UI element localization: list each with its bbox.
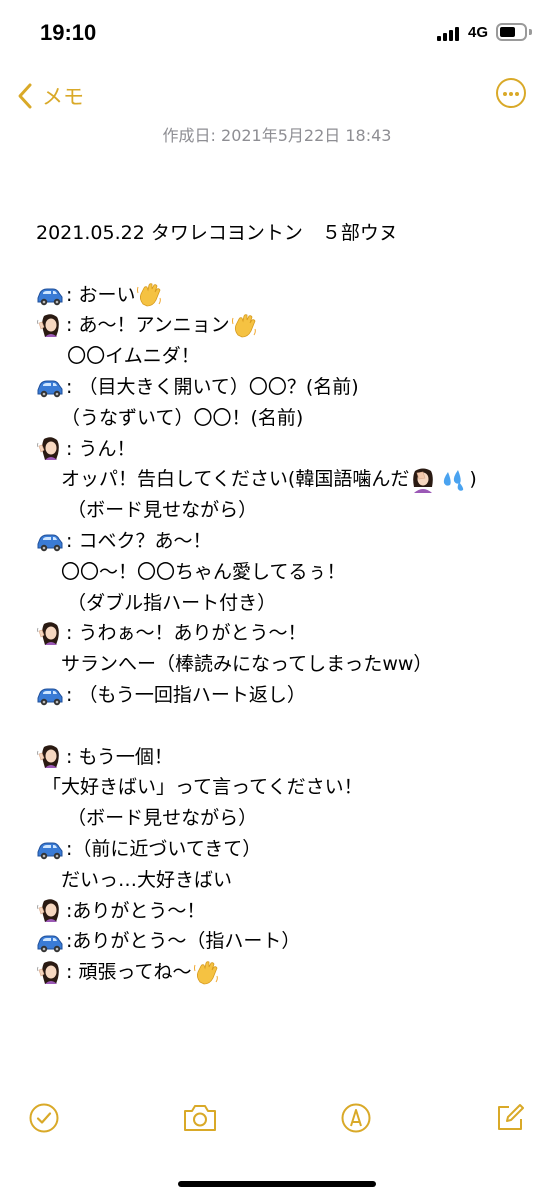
woman-emoji-icon [36, 436, 64, 462]
note-line-text: : おーい [66, 283, 136, 306]
note-line-text: :ありがとう〜（指ハート） [66, 930, 301, 953]
note-line-text: : 頑張ってね〜 [66, 961, 192, 984]
note-line: : もう一個！ [36, 742, 536, 773]
note-line-text: 〇〇〜！〇〇ちゃん愛してるぅ！ [36, 560, 346, 583]
pen-tip-icon [341, 1103, 371, 1133]
car-emoji-icon [36, 929, 64, 955]
car-emoji-icon [36, 528, 64, 554]
battery-icon [496, 23, 527, 41]
note-line-text: サランへー（棒読みになってしまったww） [36, 653, 433, 676]
note-body[interactable]: 2021.05.22 タワレコヨントン ５部ウヌ: おーい: あ〜！アンニョン … [36, 218, 536, 988]
car-emoji-icon [36, 282, 64, 308]
woman-emoji-icon [36, 313, 64, 339]
navigation-bar: メモ [0, 66, 554, 126]
more-options-button[interactable] [496, 78, 526, 108]
note-line-text: : （もう一回指ハート返し） [66, 683, 306, 706]
note-line: （ボード見せながら） [36, 495, 536, 526]
note-line: : うわぁ〜！ありがとう〜！ [36, 618, 536, 649]
chevron-left-icon [18, 83, 32, 109]
note-line: : うん！ [36, 434, 536, 465]
car-emoji-icon [36, 836, 64, 862]
note-line-text: 2021.05.22 タワレコヨントン ５部ウヌ [36, 222, 398, 244]
waving-hand-icon [230, 313, 258, 339]
camera-icon [184, 1105, 216, 1131]
note-line-text: （ボード見せながら） [36, 807, 258, 830]
clock: 19:10 [40, 20, 97, 45]
woman-emoji-icon [36, 744, 64, 770]
note-line-text: : コベク？あ〜！ [66, 529, 212, 552]
note-line-text: （ダブル指ハート付き） [36, 591, 277, 614]
status-bar: 19:10 4G [0, 0, 554, 66]
battery-cap [529, 29, 532, 35]
note-line: : （もう一回指ハート返し） [36, 680, 536, 711]
note-line: 2021.05.22 タワレコヨントン ５部ウヌ [36, 218, 536, 249]
note-line: 〇〇〜！〇〇ちゃん愛してるぅ！ [36, 557, 536, 588]
waving-hand-icon [135, 282, 163, 308]
note-line-text: オッパ！告白してください(韓国語噛んだ [36, 468, 410, 491]
woman-facepalming-icon [409, 467, 437, 493]
note-line-text: 〇〇イムニダ！ [36, 345, 200, 368]
note-line: : あ〜！アンニョン [36, 310, 536, 341]
woman-emoji-icon [36, 621, 64, 647]
note-line: （ボード見せながら） [36, 803, 536, 834]
network-type: 4G [468, 24, 489, 41]
note-line: だいっ…大好きばい [36, 865, 536, 896]
note-line: 〇〇イムニダ！ [36, 341, 536, 372]
note-line: : おーい [36, 280, 536, 311]
note-line-text: : うん！ [66, 437, 136, 460]
note-line-text: : うわぁ〜！ありがとう〜！ [66, 622, 307, 645]
waving-hand-icon [192, 960, 220, 986]
camera-button[interactable] [180, 1098, 220, 1138]
note-line: :ありがとう〜（指ハート） [36, 926, 536, 957]
markup-button[interactable] [338, 1098, 374, 1138]
note-creation-date: 作成日: 2021年5月22日 18:43 [162, 126, 392, 145]
note-line-text: （ボード見せながら） [36, 499, 258, 522]
car-emoji-icon [36, 374, 64, 400]
note-line: サランへー（棒読みになってしまったww） [36, 649, 536, 680]
compose-icon [498, 1104, 524, 1130]
note-line-text: :（前に近づいてきて） [66, 837, 262, 860]
note-line-text: :ありがとう〜！ [66, 899, 206, 922]
note-line: （ダブル指ハート付き） [36, 588, 536, 619]
sweat-droplets-icon [439, 467, 467, 493]
note-line-suffix: ) [469, 468, 477, 491]
cellular-signal-icon [437, 27, 463, 41]
bottom-toolbar [0, 1098, 554, 1158]
back-label: メモ [42, 85, 84, 109]
note-line-text: : （目大きく開いて）〇〇？(名前) [66, 375, 359, 398]
note-line: : コベク？あ〜！ [36, 526, 536, 557]
woman-emoji-icon [36, 960, 64, 986]
car-emoji-icon [36, 682, 64, 708]
woman-emoji-icon [36, 898, 64, 924]
note-line: :ありがとう〜！ [36, 896, 536, 927]
note-line: （うなずいて）〇〇！(名前) [36, 403, 536, 434]
note-line-text: 「大好きばい」って言ってください！ [36, 776, 363, 799]
back-button[interactable]: メモ [14, 78, 84, 114]
note-line: オッパ！告白してください(韓国語噛んだ) [36, 464, 536, 495]
note-line-text: : もう一個！ [66, 745, 173, 768]
note-line-text: だいっ…大好きばい [36, 868, 233, 891]
note-line: 「大好きばい」って言ってください！ [36, 772, 536, 803]
note-line-text: （うなずいて）〇〇！(名前) [36, 406, 304, 429]
note-line: : 頑張ってね〜 [36, 957, 536, 988]
compose-button[interactable] [492, 1098, 528, 1138]
checkmark-circle-icon [29, 1103, 59, 1133]
checklist-button[interactable] [26, 1098, 62, 1138]
home-indicator[interactable] [178, 1181, 376, 1187]
note-line: : （目大きく開いて）〇〇？(名前) [36, 372, 536, 403]
note-line: :（前に近づいてきて） [36, 834, 536, 865]
note-line-text: : あ〜！アンニョン [66, 314, 230, 337]
